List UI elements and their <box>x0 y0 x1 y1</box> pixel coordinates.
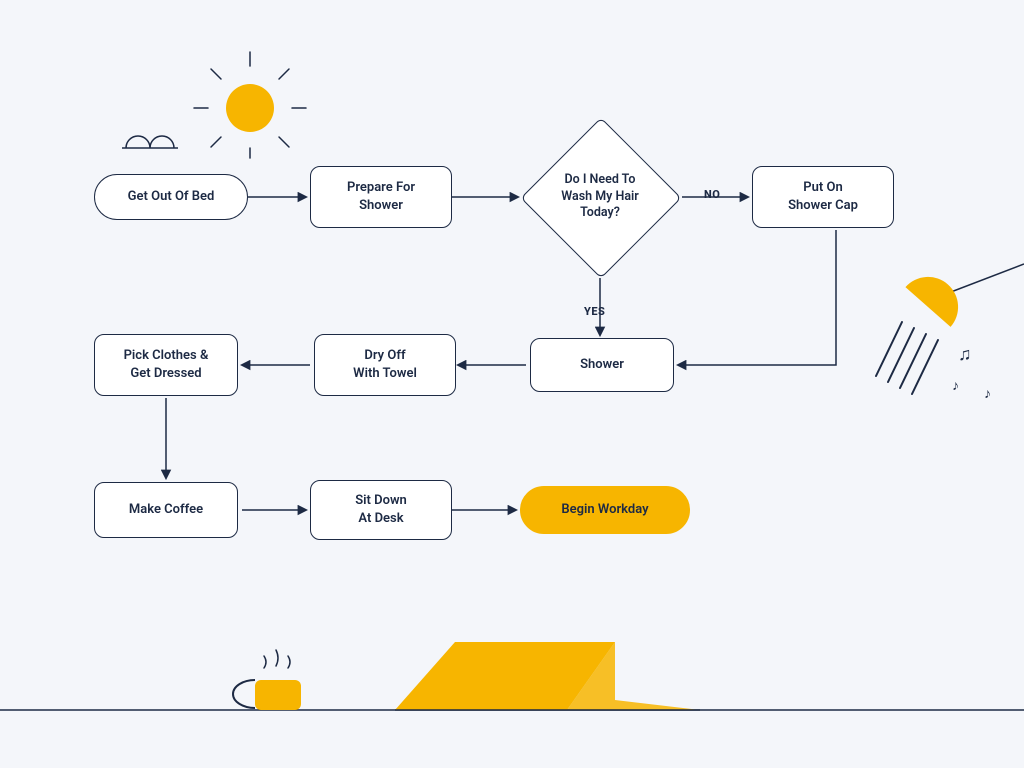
coffee-mug-icon <box>233 650 301 710</box>
node-label: Shower <box>580 356 624 374</box>
node-prepare: Prepare ForShower <box>310 166 452 228</box>
node-label: Put OnShower Cap <box>788 179 858 214</box>
node-label: Dry OffWith Towel <box>353 347 417 382</box>
node-label: Prepare ForShower <box>347 179 415 214</box>
node-label: Pick Clothes &Get Dressed <box>124 347 209 382</box>
node-dry: Dry OffWith Towel <box>314 334 456 396</box>
node-end: Begin Workday <box>520 486 690 534</box>
music-notes-icon: ♫ ♪ ♪ <box>952 344 991 402</box>
node-dress: Pick Clothes &Get Dressed <box>94 334 238 396</box>
edge-label-no: NO <box>704 188 720 201</box>
flowchart-stage: ♫ ♪ ♪ <box>0 0 1024 768</box>
svg-text:♫: ♫ <box>958 344 972 365</box>
node-decision: Do I Need ToWash My HairToday? <box>520 117 680 277</box>
showerhead-icon <box>876 264 1024 394</box>
laptop-icon <box>395 642 700 710</box>
node-label: Sit DownAt Desk <box>355 492 407 527</box>
cloud-icon <box>122 136 178 148</box>
edge-label-yes: YES <box>584 305 605 318</box>
node-label: Make Coffee <box>129 501 203 519</box>
node-start: Get Out Of Bed <box>94 174 248 220</box>
node-coffee: Make Coffee <box>94 482 238 538</box>
svg-text:♪: ♪ <box>984 386 991 402</box>
svg-text:♪: ♪ <box>952 378 959 394</box>
node-cap: Put OnShower Cap <box>752 166 894 228</box>
node-label: Get Out Of Bed <box>128 188 215 206</box>
sun-icon <box>194 52 306 158</box>
node-label: Begin Workday <box>561 501 648 519</box>
node-label: Do I Need ToWash My HairToday? <box>561 172 639 223</box>
node-shower: Shower <box>530 338 674 392</box>
node-desk: Sit DownAt Desk <box>310 480 452 540</box>
